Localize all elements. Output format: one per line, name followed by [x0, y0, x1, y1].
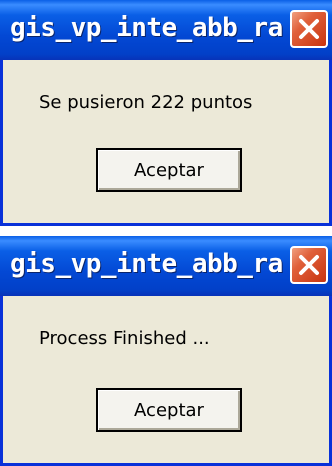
title-bar[interactable]: gis_vp_inte_abb_ra [0, 236, 332, 296]
close-icon [299, 19, 319, 39]
close-button[interactable] [290, 246, 328, 284]
window-title: gis_vp_inte_abb_ra [10, 13, 283, 43]
accept-button-label: Aceptar [134, 159, 204, 181]
message-dialog-1: gis_vp_inte_abb_ra Se pusieron 222 punto… [0, 0, 332, 226]
dialog-message: Process Finished ... [39, 328, 210, 349]
accept-button-label: Aceptar [134, 399, 204, 421]
close-icon [299, 255, 319, 275]
close-button[interactable] [290, 10, 328, 48]
dialog-message: Se pusieron 222 puntos [39, 92, 253, 113]
accept-button[interactable]: Aceptar [96, 148, 242, 192]
message-dialog-2: gis_vp_inte_abb_ra Process Finished ... … [0, 236, 332, 466]
title-bar[interactable]: gis_vp_inte_abb_ra [0, 0, 332, 60]
accept-button[interactable]: Aceptar [96, 388, 242, 432]
window-title: gis_vp_inte_abb_ra [10, 249, 283, 279]
